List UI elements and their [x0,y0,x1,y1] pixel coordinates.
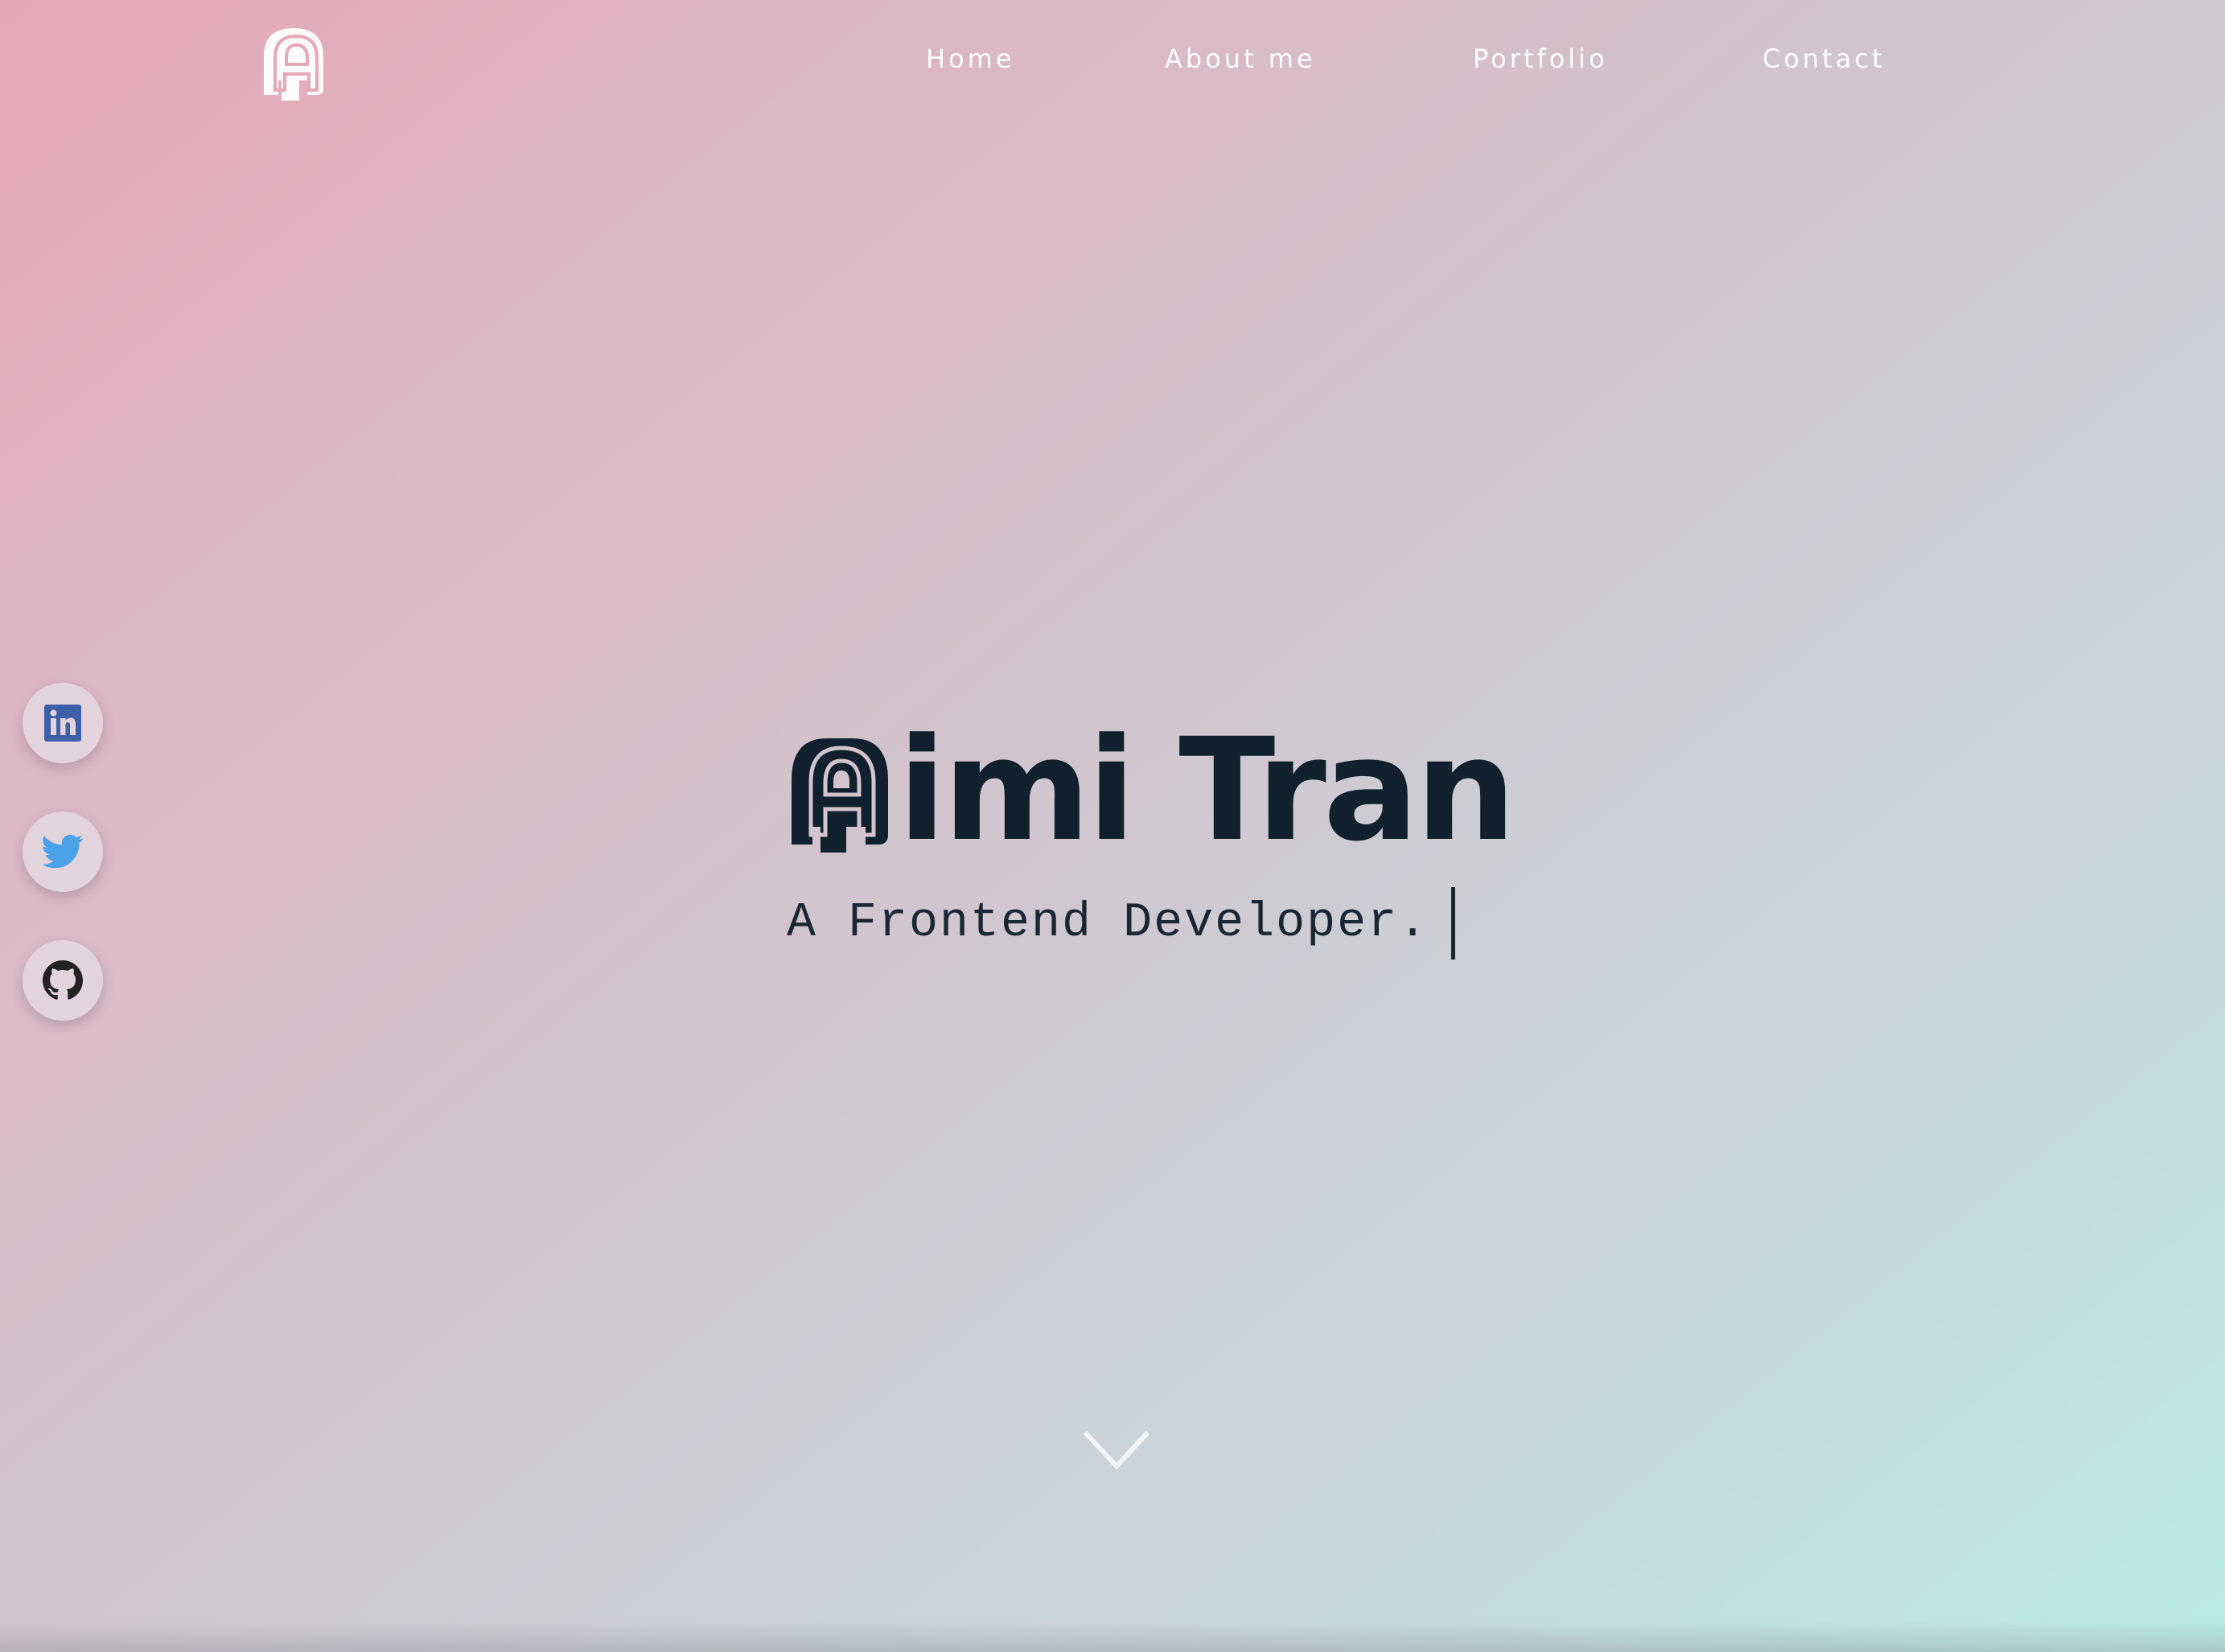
nav-portfolio-link[interactable]: Portfolio [1473,39,1608,79]
main-nav: Home About me Portfolio Contact [0,39,2225,79]
chevron-down-icon[interactable] [1082,1428,1151,1473]
section-divider-shadow [0,1620,2225,1652]
twitter-button[interactable] [23,812,103,892]
logo-letter-a-icon [792,738,888,853]
nav-about-link[interactable]: About me [1165,39,1316,79]
nav-home-link[interactable]: Home [926,39,1015,79]
github-button[interactable] [23,940,103,1021]
github-icon [43,960,83,1000]
typing-cursor [1451,887,1456,960]
linkedin-icon [44,705,81,742]
hero-subtitle-text: A Frontend Developer. [787,896,1429,951]
linkedin-button[interactable] [23,683,103,763]
hero-title: imi Tran [788,708,1516,873]
hero-subtitle: A Frontend Developer. [787,887,1456,960]
nav-contact-link[interactable]: Contact [1762,39,1886,79]
twitter-icon [42,834,84,869]
hero-name: imi Tran [898,708,1516,873]
